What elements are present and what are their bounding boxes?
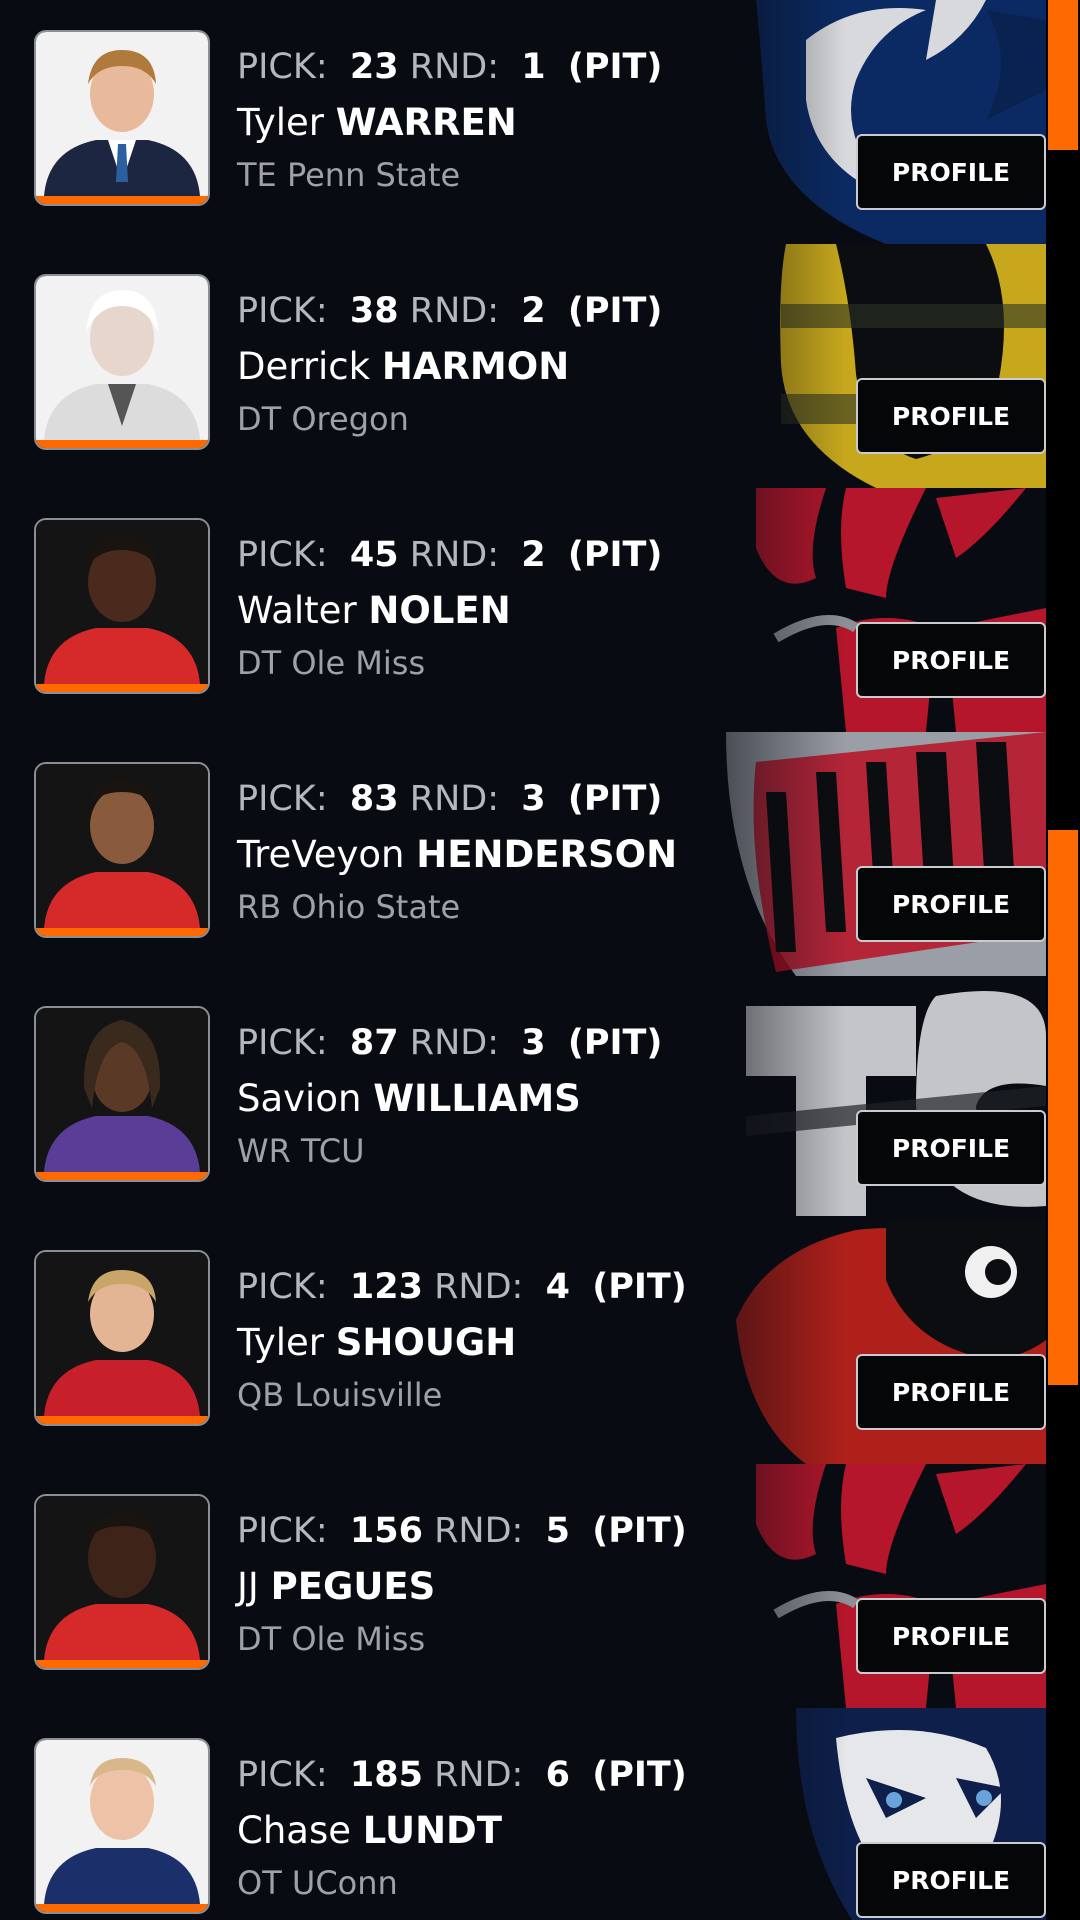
player-photo <box>34 274 210 450</box>
scrollbar-thumb[interactable] <box>1048 830 1078 1385</box>
player-name: TreVeyon HENDERSON <box>237 833 678 876</box>
player-photo <box>34 1494 210 1670</box>
profile-button[interactable]: PROFILE <box>856 1354 1046 1430</box>
player-name: Tyler SHOUGH <box>237 1321 517 1364</box>
draft-picks-list: PICK: 23 RND: 1 (PIT) Tyler WARREN TE Pe… <box>0 0 1046 1920</box>
player-position-school: QB Louisville <box>237 1376 443 1414</box>
player-photo <box>34 518 210 694</box>
pick-info: PICK: 185 RND: 6 (PIT) <box>237 1755 687 1795</box>
player-position-school: DT Ole Miss <box>237 1620 426 1658</box>
pick-info: PICK: 87 RND: 3 (PIT) <box>237 1023 663 1063</box>
pick-info: PICK: 156 RND: 5 (PIT) <box>237 1511 687 1551</box>
player-position-school: OT UConn <box>237 1864 398 1902</box>
pick-row[interactable]: PICK: 38 RND: 2 (PIT) Derrick HARMON DT … <box>0 244 1046 490</box>
profile-button[interactable]: PROFILE <box>856 1598 1046 1674</box>
pick-info: PICK: 123 RND: 4 (PIT) <box>237 1267 687 1307</box>
pick-info: PICK: 23 RND: 1 (PIT) <box>237 47 663 87</box>
profile-button[interactable]: PROFILE <box>856 134 1046 210</box>
pick-row[interactable]: PICK: 45 RND: 2 (PIT) Walter NOLEN DT Ol… <box>0 488 1046 734</box>
scrollbar-thumb[interactable] <box>1048 0 1078 150</box>
pick-row[interactable]: PICK: 123 RND: 4 (PIT) Tyler SHOUGH QB L… <box>0 1220 1046 1466</box>
player-photo <box>34 1738 210 1914</box>
player-name: Tyler WARREN <box>237 101 517 144</box>
pick-row[interactable]: PICK: 23 RND: 1 (PIT) Tyler WARREN TE Pe… <box>0 0 1046 246</box>
profile-button[interactable]: PROFILE <box>856 866 1046 942</box>
player-photo <box>34 1250 210 1426</box>
pick-info: PICK: 38 RND: 2 (PIT) <box>237 291 663 331</box>
pick-row[interactable]: PICK: 185 RND: 6 (PIT) Chase LUNDT OT UC… <box>0 1708 1046 1920</box>
player-photo <box>34 762 210 938</box>
scrollbar[interactable] <box>1046 0 1080 1920</box>
profile-button[interactable]: PROFILE <box>856 622 1046 698</box>
player-position-school: RB Ohio State <box>237 888 461 926</box>
player-position-school: WR TCU <box>237 1132 365 1170</box>
pick-row[interactable]: PICK: 83 RND: 3 (PIT) TreVeyon HENDERSON… <box>0 732 1046 978</box>
player-position-school: DT Ole Miss <box>237 644 426 682</box>
player-name: JJ PEGUES <box>237 1565 436 1608</box>
player-position-school: DT Oregon <box>237 400 409 438</box>
pick-info: PICK: 45 RND: 2 (PIT) <box>237 535 663 575</box>
profile-button[interactable]: PROFILE <box>856 1842 1046 1918</box>
player-name: Derrick HARMON <box>237 345 570 388</box>
player-photo <box>34 30 210 206</box>
profile-button[interactable]: PROFILE <box>856 1110 1046 1186</box>
player-name: Savion WILLIAMS <box>237 1077 581 1120</box>
pick-row[interactable]: PICK: 87 RND: 3 (PIT) Savion WILLIAMS WR… <box>0 976 1046 1222</box>
player-position-school: TE Penn State <box>237 156 461 194</box>
player-name: Walter NOLEN <box>237 589 511 632</box>
pick-row[interactable]: PICK: 156 RND: 5 (PIT) JJ PEGUES DT Ole … <box>0 1464 1046 1710</box>
pick-info: PICK: 83 RND: 3 (PIT) <box>237 779 663 819</box>
player-photo <box>34 1006 210 1182</box>
player-name: Chase LUNDT <box>237 1809 502 1852</box>
profile-button[interactable]: PROFILE <box>856 378 1046 454</box>
